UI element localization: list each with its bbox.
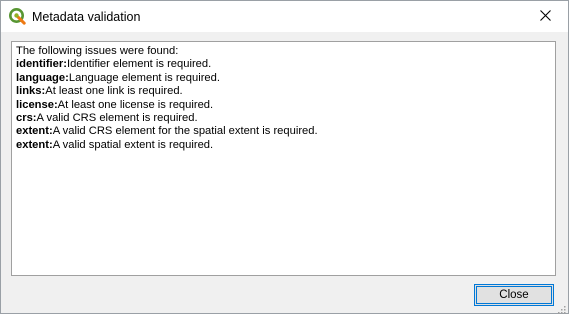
issue-text: Language element is required. xyxy=(68,71,220,84)
issue-key: extent: xyxy=(16,138,53,151)
resize-grip-icon[interactable] xyxy=(556,301,566,314)
issue-line: identifier:Identifier element is require… xyxy=(16,58,551,71)
close-button[interactable]: Close xyxy=(474,284,554,306)
issue-text: A valid CRS element for the spatial exte… xyxy=(52,125,318,138)
qgis-logo-icon xyxy=(9,8,26,25)
issue-key: links: xyxy=(16,85,46,98)
issue-key: extent: xyxy=(16,125,53,138)
title-bar[interactable]: Metadata validation xyxy=(1,1,568,32)
issue-key: language: xyxy=(16,71,69,84)
dialog-content: The following issues were found: identif… xyxy=(1,32,568,314)
issue-key: identifier: xyxy=(16,58,67,71)
issue-key: license: xyxy=(16,98,58,111)
issue-line: language:Language element is required. xyxy=(16,72,551,85)
issue-line: links:At least one link is required. xyxy=(16,85,551,98)
issue-line: extent:A valid CRS element for the spati… xyxy=(16,125,551,138)
dialog-window: Metadata validation The following issues… xyxy=(0,0,569,314)
window-close-button[interactable] xyxy=(522,1,568,32)
issue-text: At least one license is required. xyxy=(57,98,214,111)
issue-line: license:At least one license is required… xyxy=(16,99,551,112)
issue-text: A valid CRS element is required. xyxy=(36,112,198,125)
issue-text: At least one link is required. xyxy=(45,85,183,98)
close-icon xyxy=(539,8,551,26)
close-button-label: Close xyxy=(499,289,529,301)
issue-key: crs: xyxy=(16,112,37,125)
issue-line: extent:A valid spatial extent is require… xyxy=(16,139,551,152)
issue-text: Identifier element is required. xyxy=(66,58,212,71)
issue-line: crs:A valid CRS element is required. xyxy=(16,112,551,125)
validation-results-text[interactable]: The following issues were found: identif… xyxy=(11,41,556,276)
window-title: Metadata validation xyxy=(32,10,141,24)
intro-line: The following issues were found: xyxy=(16,45,179,57)
issue-text: A valid spatial extent is required. xyxy=(52,138,214,151)
